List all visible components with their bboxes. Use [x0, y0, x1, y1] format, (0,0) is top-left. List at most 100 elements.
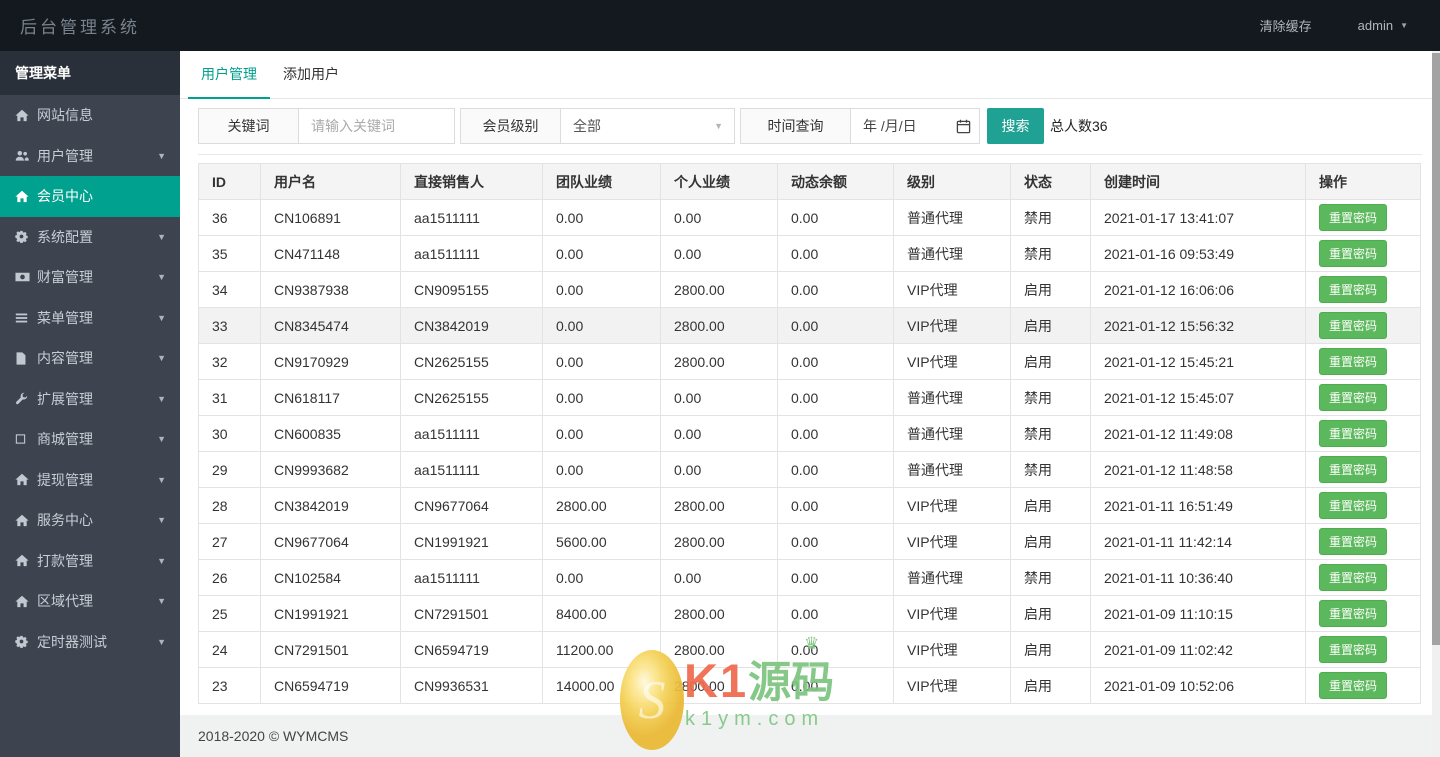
reset-password-button[interactable]: 重置密码 [1319, 636, 1388, 663]
username-label: admin [1357, 18, 1394, 33]
keyword-input[interactable] [299, 109, 454, 143]
date-input[interactable]: 年 /月/日 [851, 109, 979, 143]
home-icon [15, 190, 37, 203]
chevron-down-icon: ▼ [157, 474, 166, 485]
cell-id: 35 [198, 235, 261, 272]
cell-action: 重置密码 [1305, 595, 1421, 632]
cell-username: CN9170929 [260, 343, 401, 380]
cell-created-time: 2021-01-12 11:49:08 [1090, 415, 1306, 452]
home-icon [15, 554, 37, 567]
cell-id: 25 [198, 595, 261, 632]
column-header: 创建时间 [1090, 163, 1306, 200]
cell-id: 34 [198, 271, 261, 308]
cell-status: 启用 [1010, 271, 1091, 308]
reset-password-button[interactable]: 重置密码 [1319, 492, 1388, 519]
chevron-down-icon: ▼ [714, 121, 723, 131]
footer: 2018-2020 © WYMCMS [180, 715, 1440, 757]
reset-password-button[interactable]: 重置密码 [1319, 312, 1388, 339]
reset-password-button[interactable]: 重置密码 [1319, 384, 1388, 411]
cell-level: 普通代理 [893, 379, 1011, 416]
scrollbar-thumb[interactable] [1432, 53, 1440, 645]
cell-action: 重置密码 [1305, 307, 1421, 344]
sidebar-item-7[interactable]: 内容管理 ▼ [0, 338, 180, 379]
level-select[interactable]: 全部 ▼ [561, 109, 734, 143]
reset-password-button[interactable]: 重置密码 [1319, 456, 1388, 483]
column-header: 操作 [1305, 163, 1421, 200]
time-group: 时间查询 年 /月/日 [740, 108, 980, 144]
reset-password-button[interactable]: 重置密码 [1319, 348, 1388, 375]
tab-user-management[interactable]: 用户管理 [188, 51, 270, 99]
table-row: 23 CN6594719 CN9936531 14000.00 2800.00 … [198, 667, 1421, 704]
tab-add-user[interactable]: 添加用户 [270, 51, 352, 99]
clear-cache-button[interactable]: 清除缓存 [1260, 16, 1312, 35]
cell-status: 启用 [1010, 343, 1091, 380]
search-button[interactable]: 搜索 [987, 108, 1044, 144]
cell-action: 重置密码 [1305, 487, 1421, 524]
cell-action: 重置密码 [1305, 631, 1421, 668]
home-icon [15, 109, 37, 122]
sidebar-item-12[interactable]: 打款管理 ▼ [0, 541, 180, 582]
scrollbar-track[interactable] [1432, 51, 1440, 757]
cell-status: 禁用 [1010, 199, 1091, 236]
reset-password-button[interactable]: 重置密码 [1319, 276, 1388, 303]
cell-dynamic-balance: 0.00 [777, 595, 894, 632]
sidebar-item-4[interactable]: 系统配置 ▼ [0, 217, 180, 258]
sidebar-item-10[interactable]: 提现管理 ▼ [0, 460, 180, 501]
cell-id: 29 [198, 451, 261, 488]
app-title: 后台管理系统 [20, 18, 140, 37]
home-icon [15, 514, 37, 527]
sidebar-item-5[interactable]: 财富管理 ▼ [0, 257, 180, 298]
cell-created-time: 2021-01-12 15:45:07 [1090, 379, 1306, 416]
sidebar-item-9[interactable]: 商城管理 ▼ [0, 419, 180, 460]
sidebar-item-label: 网站信息 [37, 107, 93, 124]
cell-created-time: 2021-01-12 16:06:06 [1090, 271, 1306, 308]
reset-password-button[interactable]: 重置密码 [1319, 420, 1388, 447]
sidebar-item-14[interactable]: 定时器测试 ▼ [0, 622, 180, 663]
cell-team-performance: 0.00 [542, 343, 661, 380]
reset-password-button[interactable]: 重置密码 [1319, 672, 1388, 699]
sidebar-item-3[interactable]: 会员中心 ▼ [0, 176, 180, 217]
cell-team-performance: 0.00 [542, 235, 661, 272]
cell-level: 普通代理 [893, 559, 1011, 596]
sidebar-item-13[interactable]: 区域代理 ▼ [0, 581, 180, 622]
sidebar-item-2[interactable]: 用户管理 ▼ [0, 136, 180, 177]
user-menu[interactable]: admin ▼ [1358, 18, 1408, 33]
cell-dynamic-balance: 0.00 [777, 271, 894, 308]
calendar-icon[interactable] [956, 119, 971, 137]
cell-level: VIP代理 [893, 523, 1011, 560]
sidebar-item-label: 区域代理 [37, 593, 93, 610]
sidebar-item-11[interactable]: 服务中心 ▼ [0, 500, 180, 541]
cell-dynamic-balance: 0.00 [777, 451, 894, 488]
sidebar-item-label: 服务中心 [37, 512, 93, 529]
cell-status: 启用 [1010, 523, 1091, 560]
cell-team-performance: 14000.00 [542, 667, 661, 704]
sidebar-item-8[interactable]: 扩展管理 ▼ [0, 379, 180, 420]
sidebar-item-1[interactable]: 网站信息 ▼ [0, 95, 180, 136]
reset-password-button[interactable]: 重置密码 [1319, 204, 1388, 231]
sidebar-item-label: 菜单管理 [37, 309, 93, 326]
cell-username: CN9993682 [260, 451, 401, 488]
reset-password-button[interactable]: 重置密码 [1319, 564, 1388, 591]
cell-seller: CN2625155 [400, 379, 543, 416]
file-icon [15, 352, 37, 365]
cell-personal-performance: 0.00 [660, 415, 778, 452]
sidebar-item-6[interactable]: 菜单管理 ▼ [0, 298, 180, 339]
chevron-down-icon: ▼ [157, 596, 166, 607]
cell-team-performance: 0.00 [542, 307, 661, 344]
users-table: ID 用户名 直接销售人 团队业绩 个人业绩 动态余额 级别 状态 创建时间 操作 36 CN10… [198, 163, 1421, 704]
reset-password-button[interactable]: 重置密码 [1319, 240, 1388, 267]
column-header: 个人业绩 [660, 163, 778, 200]
tab-bar: 用户管理 添加用户 [180, 51, 1440, 99]
cell-dynamic-balance: 0.00 [777, 487, 894, 524]
cell-personal-performance: 0.00 [660, 451, 778, 488]
chevron-down-icon: ▼ [157, 353, 166, 364]
cell-personal-performance: 2800.00 [660, 523, 778, 560]
reset-password-button[interactable]: 重置密码 [1319, 528, 1388, 555]
sidebar-item-label: 商城管理 [37, 431, 93, 448]
cell-username: CN9387938 [260, 271, 401, 308]
column-header: ID [198, 163, 261, 200]
reset-password-button[interactable]: 重置密码 [1319, 600, 1388, 627]
cell-status: 启用 [1010, 307, 1091, 344]
cell-status: 启用 [1010, 595, 1091, 632]
cell-status: 禁用 [1010, 559, 1091, 596]
